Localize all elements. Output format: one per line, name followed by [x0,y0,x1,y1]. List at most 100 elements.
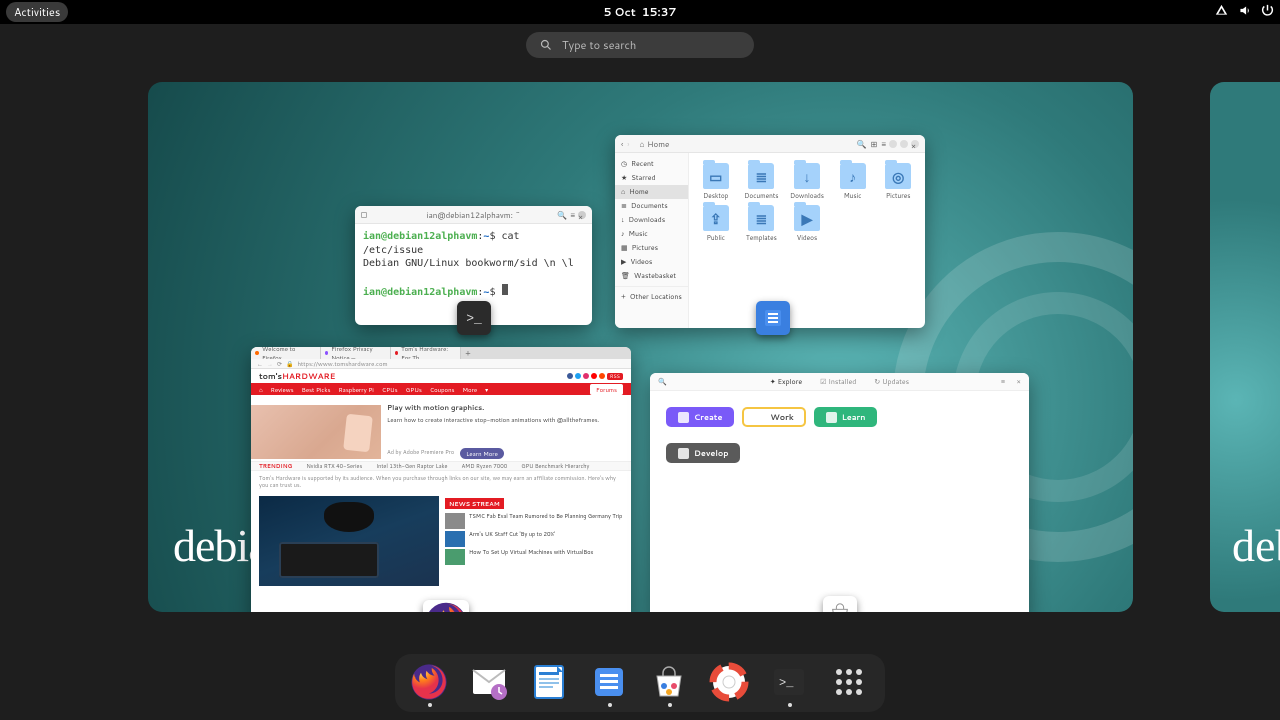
files-sidebar-videos[interactable]: ▶Videos [615,255,688,269]
workspace-next[interactable]: deb [1210,82,1280,612]
nav-reviews[interactable]: Reviews [271,385,294,394]
browser-reload-icon[interactable]: ⟳ [277,359,282,368]
hero-image[interactable] [251,399,381,459]
ticker-item[interactable]: Intel 13th-Gen Raptor Lake [376,462,447,470]
volume-icon[interactable] [1238,4,1251,21]
dash-files[interactable] [589,662,631,702]
news-stream-label: NEWS STREAM [445,498,504,509]
browser-tab-0[interactable]: Welcome to Firefox [251,347,321,359]
terminal-body[interactable]: ian@debian12alphavm:~$ cat /etc/issue De… [355,224,592,306]
ticker-item[interactable]: AMD Ryzen 7000 [461,462,507,470]
terminal-close-icon[interactable]: × [578,211,586,219]
new-tab-icon[interactable] [361,212,367,218]
ticker-item[interactable]: Nvidia RTX 40-Series [306,462,362,470]
pill-create[interactable]: Create [666,407,734,427]
power-icon[interactable] [1261,4,1274,21]
browser-back-icon[interactable]: ← [257,359,263,368]
browser-tab-1[interactable]: Firefox Privacy Notice — [321,347,391,359]
pill-work[interactable]: Work [742,407,805,427]
sidebar-item-icon: + [621,292,626,302]
software-close-icon[interactable]: × [1017,377,1021,387]
files-view-icon[interactable]: ⊞ [871,138,878,150]
news-title: How To Set Up Virtual Machines with Virt… [469,549,593,565]
network-icon[interactable] [1215,4,1228,21]
files-sidebar-other-locations[interactable]: +Other Locations [615,290,688,304]
files-sidebar-starred[interactable]: ★Starred [615,171,688,185]
files-sidebar-downloads[interactable]: ↓Downloads [615,213,688,227]
folder-music[interactable]: ♪Music [840,163,866,201]
activities-button[interactable]: Activities [6,2,68,22]
files-back-icon[interactable]: ‹ [621,138,623,150]
news-item-2[interactable]: How To Set Up Virtual Machines with Virt… [445,549,623,565]
folder-pictures[interactable]: ◎Pictures [885,163,911,201]
site-logo[interactable]: tom'sHARDWARE [259,370,335,382]
nav-forums[interactable]: Forums [590,384,623,395]
dash-software[interactable] [649,662,691,702]
software-tab-explore[interactable]: ✦ Explore [770,377,802,387]
pill-learn[interactable]: Learn [814,407,878,427]
files-sidebar-pictures[interactable]: ▦Pictures [615,241,688,255]
dash-show-apps[interactable] [829,662,871,702]
files-min-icon[interactable] [889,140,897,148]
nav-gpus[interactable]: GPUs [406,385,422,394]
files-pathbar[interactable]: ⌂ Home [639,138,669,150]
dash-firefox[interactable] [409,662,451,702]
overview-search[interactable]: Type to search [526,32,754,58]
sidebar-item-label: Music [629,229,648,239]
software-menu-icon[interactable]: ≡ [1001,377,1005,387]
files-close-icon[interactable]: × [911,140,919,148]
software-search-icon[interactable]: 🔍 [658,377,667,387]
files-menu-icon[interactable]: ≡ [881,138,886,150]
nav-more-chevron[interactable]: ▾ [485,385,488,394]
window-software[interactable]: 🔍 ✦ Explore ☑ Installed ↻ Updates ≡ × Crea… [650,373,1029,612]
folder-documents[interactable]: ≣Documents [744,163,778,201]
browser-new-tab[interactable]: + [461,347,475,359]
files-max-icon[interactable] [900,140,908,148]
dash-terminal[interactable]: >_ [769,662,811,702]
files-search-icon[interactable]: 🔍 [857,138,867,150]
svg-text:>_: >_ [779,676,794,690]
dash-libreoffice-writer[interactable] [529,662,571,702]
window-files[interactable]: ‹ › ⌂ Home 🔍 ⊞ ≡ × ◷Recent★Starred⌂Home≣… [615,135,925,328]
browser-lock-icon: 🔒 [286,359,293,368]
files-sidebar-home[interactable]: ⌂Home [615,185,688,199]
window-firefox[interactable]: Welcome to FirefoxFirefox Privacy Notice… [251,347,631,612]
files-sidebar-documents[interactable]: ≣Documents [615,199,688,213]
pill-develop[interactable]: Develop [666,443,740,463]
files-sidebar-wastebasket[interactable]: 🗑Wastebasket [615,269,688,283]
ticker-item[interactable]: GPU Benchmark Hierarchy [521,462,589,470]
files-sidebar-recent[interactable]: ◷Recent [615,157,688,171]
hero-cta[interactable]: Learn More [460,448,504,459]
folder-templates[interactable]: ≣Templates [746,205,777,243]
browser-forward-icon[interactable]: → [267,359,273,368]
software-tab-installed[interactable]: ☑ Installed [820,377,856,387]
files-sidebar-music[interactable]: ♪Music [615,227,688,241]
news-item-1[interactable]: Arm's UK Staff Cut 'By up to 20%' [445,531,623,547]
social-icons[interactable]: RSS [567,373,623,380]
sidebar-item-icon: ↓ [621,215,625,225]
nav-coupons[interactable]: Coupons [430,385,455,394]
sidebar-item-label: Home [629,187,648,197]
browser-tab-2[interactable]: Tom's Hardware: For Th… [391,347,461,359]
files-forward-icon[interactable]: › [627,138,629,150]
date-label: 5 Oct [604,4,636,20]
terminal-menu-icon[interactable]: ≡ [570,209,575,221]
folder-videos[interactable]: ▶Videos [794,205,820,243]
software-tab-updates[interactable]: ↻ Updates [874,377,909,387]
nav-home-icon[interactable]: ⌂ [259,385,263,394]
lead-article-image[interactable] [259,496,439,586]
nav-best-picks[interactable]: Best Picks [302,385,331,394]
dash-help[interactable] [709,662,751,702]
dash-evolution-mail[interactable] [469,662,511,702]
nav-raspberry-pi[interactable]: Raspberry Pi [338,385,373,394]
news-item-0[interactable]: TSMC Fab Eval Team Rumored to Be Plannin… [445,513,623,529]
clock[interactable]: 5 Oct 15:37 [604,4,677,20]
terminal-search-icon[interactable]: 🔍 [557,209,567,221]
folder-desktop[interactable]: ▭Desktop [703,163,729,201]
terminal-cursor [502,284,508,295]
nav-more[interactable]: More [463,385,478,394]
folder-public[interactable]: ⇪Public [703,205,729,243]
browser-urlbar[interactable]: ← → ⟳ 🔒 https://www.tomshardware.com [251,359,631,369]
nav-cpus[interactable]: CPUs [382,385,398,394]
folder-downloads[interactable]: ↓Downloads [790,163,824,201]
